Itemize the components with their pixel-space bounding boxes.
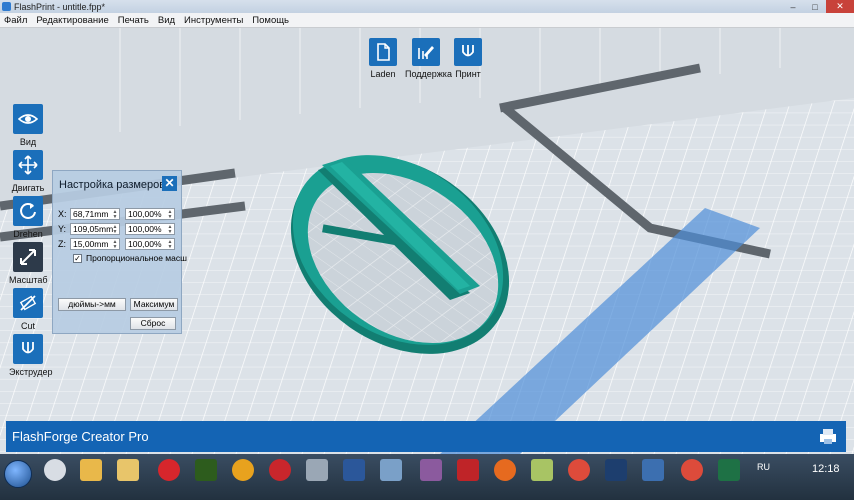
menu-file[interactable]: Файл	[4, 15, 27, 26]
menu-help[interactable]: Помощь	[252, 15, 289, 26]
inch-to-mm-button[interactable]: дюймы->мм	[58, 298, 126, 311]
size-row-x: X: 68,71mm ▲ ▼ 100,00% ▲ ▼	[58, 208, 180, 220]
extruder-icon[interactable]	[13, 334, 43, 364]
close-icon[interactable]: ✕	[826, 0, 854, 13]
percent-y-input[interactable]: 100,00% ▲ ▼	[125, 223, 175, 235]
move-label: Двигать	[11, 183, 45, 193]
move-tool[interactable]: Двигать	[9, 150, 47, 193]
checkmark-icon[interactable]: ✓	[73, 253, 82, 263]
printer-name: FlashForge Creator Pro	[12, 429, 149, 444]
spinner-icon: ▲ ▼	[167, 209, 173, 220]
start-button[interactable]	[4, 460, 32, 488]
word-icon[interactable]	[343, 459, 365, 481]
chrome-icon[interactable]	[681, 459, 703, 481]
paint-icon[interactable]	[80, 459, 102, 481]
size-row-y: Y: 109,05mm ▲ ▼ 100,00% ▲ ▼	[58, 223, 180, 235]
menu-tools[interactable]: Инструменты	[184, 15, 243, 26]
print-tool[interactable]: Принт	[450, 38, 486, 79]
menu-edit[interactable]: Редактирование	[36, 15, 108, 26]
percent-x-input[interactable]: 100,00% ▲ ▼	[125, 208, 175, 220]
size-x-input[interactable]: 68,71mm ▲ ▼	[70, 208, 120, 220]
menu-view[interactable]: Вид	[158, 15, 175, 26]
dreamweaver-icon[interactable]	[195, 459, 217, 481]
close-icon[interactable]: ✕	[162, 176, 177, 191]
extruder-label: Экструдер	[9, 367, 53, 377]
chrome-icon[interactable]	[568, 459, 590, 481]
reset-button[interactable]: Сброс	[130, 317, 176, 330]
winamp-icon[interactable]	[420, 459, 442, 481]
file-icon[interactable]	[369, 38, 397, 66]
flashprint-logo-icon	[2, 2, 11, 11]
size-y-input[interactable]: 109,05mm ▲ ▼	[70, 223, 120, 235]
maximize-icon[interactable]: □	[804, 0, 826, 13]
scale-label: Масштаб	[9, 275, 48, 285]
size-row-z: Z: 15,00mm ▲ ▼ 100,00% ▲ ▼	[58, 238, 180, 250]
spinner-icon: ▲ ▼	[112, 209, 118, 220]
printer-status-bar: FlashForge Creator Pro	[6, 421, 846, 452]
printer-connect-icon[interactable]	[818, 426, 838, 446]
firefox-icon[interactable]	[494, 459, 516, 481]
menu-bar: Файл Редактирование Печать Вид Инструмен…	[0, 13, 854, 28]
move-icon[interactable]	[13, 150, 43, 180]
photoshop-icon[interactable]	[605, 459, 627, 481]
support-label: Поддержка	[405, 69, 452, 79]
cut-tool[interactable]: Cut	[9, 288, 47, 331]
spinner-icon: ▲ ▼	[167, 224, 173, 235]
spinner-icon: ▲ ▼	[112, 224, 118, 235]
rotate-icon[interactable]	[13, 196, 43, 226]
notepad-icon[interactable]	[531, 459, 553, 481]
explorer-icon[interactable]	[44, 459, 66, 481]
menu-print[interactable]: Печать	[118, 15, 149, 26]
support-tool[interactable]: Поддержка	[405, 38, 452, 79]
scale-settings-panel: Настройка размеров ✕ X: 68,71mm ▲ ▼ 100,00…	[52, 170, 187, 334]
minimize-icon[interactable]: –	[782, 0, 804, 13]
load-tool[interactable]: Laden	[365, 38, 401, 79]
flashprint-icon[interactable]	[642, 459, 664, 481]
size-z-input[interactable]: 15,00mm ▲ ▼	[70, 238, 120, 250]
clock[interactable]: 12:18	[812, 463, 840, 475]
extruder-tool[interactable]: Экструдер	[9, 334, 53, 377]
filezilla-icon[interactable]	[457, 459, 479, 481]
eye-icon[interactable]	[13, 104, 43, 134]
support-edit-icon[interactable]	[412, 38, 440, 66]
uniform-scale-checkbox[interactable]: ✓ Пропорциональное масш	[73, 253, 187, 263]
excel-icon[interactable]	[718, 459, 740, 481]
folder-icon[interactable]	[117, 459, 139, 481]
spinner-icon: ▲ ▼	[167, 239, 173, 250]
rotate-tool[interactable]: Drehen	[9, 196, 47, 239]
sketchup-icon[interactable]	[380, 459, 402, 481]
scale-tool[interactable]: Масштаб	[9, 242, 48, 285]
spinner-icon: ▲ ▼	[112, 239, 118, 250]
windows-taskbar: RU 12:18	[0, 454, 854, 500]
keyboard-language[interactable]: RU	[757, 462, 770, 472]
panel-title: Настройка размеров	[59, 179, 166, 191]
window-title: FlashPrint - untitle.fpp*	[14, 1, 106, 12]
archicad-icon[interactable]	[232, 459, 254, 481]
print-icon[interactable]	[454, 38, 482, 66]
load-label: Laden	[370, 69, 396, 79]
print-label: Принт	[455, 69, 481, 79]
cut-label: Cut	[20, 321, 35, 331]
opera-icon[interactable]	[158, 459, 180, 481]
maximum-button[interactable]: Максимум	[130, 298, 178, 311]
calculator-icon[interactable]	[306, 459, 328, 481]
scale-icon[interactable]	[13, 242, 43, 272]
title-bar: FlashPrint - untitle.fpp* – □ ✕	[0, 0, 854, 13]
cut-icon[interactable]	[13, 288, 43, 318]
window-controls: – □ ✕	[782, 0, 854, 13]
cinema4d-icon[interactable]	[269, 459, 291, 481]
rotate-label: Drehen	[13, 229, 43, 239]
view-label: Вид	[19, 137, 37, 147]
view-tool[interactable]: Вид	[9, 104, 47, 147]
percent-z-input[interactable]: 100,00% ▲ ▼	[125, 238, 175, 250]
